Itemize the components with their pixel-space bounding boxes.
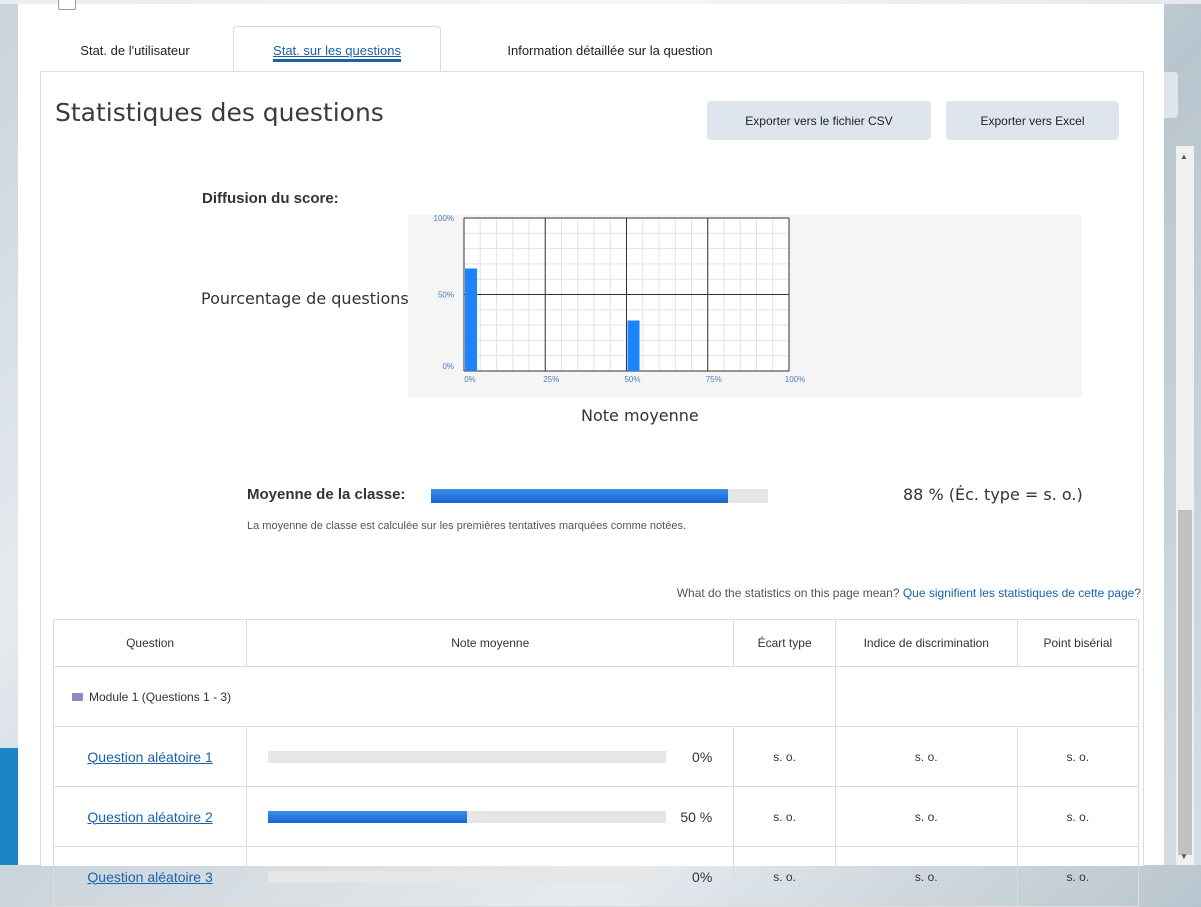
question-link[interactable]: Question aléatoire 3 — [87, 869, 212, 885]
folder-icon — [72, 693, 83, 702]
x-tick-label: 0% — [464, 375, 476, 384]
std-cell: s. o. — [733, 786, 836, 847]
statistics-dialog: Stat. de l'utilisateur Stat. sur les que… — [18, 0, 1164, 907]
question-cell: Question aléatoire 3 — [52, 846, 248, 907]
table-row: Question aléatoire 3 0% s. o. s. o. s. o… — [52, 846, 1140, 907]
question-link[interactable]: Question aléatoire 2 — [87, 809, 212, 825]
average-bar — [268, 750, 667, 763]
average-bar — [268, 870, 667, 883]
scroll-up-icon[interactable]: ▲ — [1180, 152, 1188, 161]
question-cell: Question aléatoire 2 — [52, 786, 248, 847]
tab-bar: Stat. de l'utilisateur Stat. sur les que… — [40, 26, 1140, 77]
class-average-label: Moyenne de la classe: — [247, 486, 406, 503]
chart-x-label: Note moyenne — [581, 406, 699, 425]
table-row: Question aléatoire 1 0% s. o. s. o. s. o… — [52, 726, 1140, 787]
module-row: Module 1 (Questions 1 - 3) — [53, 666, 1140, 727]
page-title: Statistiques des questions — [55, 98, 384, 127]
std-cell: s. o. — [733, 846, 836, 907]
average-cell: 0% — [246, 726, 735, 787]
tab-label: Stat. sur les questions — [273, 43, 401, 62]
module-empty-cell — [834, 666, 1140, 727]
average-bar-fill — [268, 810, 468, 823]
score-distribution-chart: 0% 25% 50% 75% 100% 0% 50% 100% — [434, 215, 806, 384]
background-strip — [0, 748, 18, 865]
scrollbar-thumb[interactable] — [1178, 510, 1192, 855]
scroll-down-icon[interactable]: ▼ — [1180, 852, 1188, 861]
class-average-bar — [431, 489, 768, 503]
discrimination-cell: s. o. — [834, 726, 1018, 787]
point-biserial-cell: s. o. — [1016, 786, 1140, 847]
tab-question-stats[interactable]: Stat. sur les questions — [233, 26, 441, 77]
export-csv-button[interactable]: Exporter vers le fichier CSV — [707, 101, 931, 140]
discrimination-cell: s. o. — [834, 786, 1018, 847]
help-link[interactable]: Que signifient les statistiques de cette… — [903, 586, 1141, 600]
average-bar — [268, 810, 667, 823]
tab-label: Information détaillée sur la question — [507, 42, 713, 58]
header-std[interactable]: Écart type — [733, 619, 836, 667]
stats-panel: Statistiques des questions Exporter vers… — [40, 71, 1144, 907]
average-pct: 0% — [692, 748, 713, 765]
class-average-note: La moyenne de classe est calculée sur le… — [247, 520, 686, 532]
export-excel-button[interactable]: Exporter vers Excel — [946, 101, 1119, 140]
help-question: What do the statistics on this page mean… — [676, 586, 900, 600]
average-cell: 0% — [246, 846, 735, 907]
discrimination-cell: s. o. — [834, 846, 1018, 907]
table-row: Question aléatoire 2 50 % s. o. s. o. s.… — [52, 786, 1140, 847]
class-average-value: 88 % (Éc. type = s. o.) — [903, 485, 1083, 504]
question-link[interactable]: Question aléatoire 1 — [87, 749, 212, 765]
x-tick-label: 100% — [785, 375, 805, 384]
table-header-row: Question Note moyenne Écart type Indice … — [52, 619, 1140, 667]
header-point-biserial[interactable]: Point bisérial — [1016, 619, 1140, 667]
question-stats-table: Question Note moyenne Écart type Indice … — [52, 619, 1140, 907]
y-tick-label: 50% — [438, 291, 454, 300]
std-cell: s. o. — [733, 726, 836, 787]
point-biserial-cell: s. o. — [1016, 726, 1140, 787]
header-discrimination[interactable]: Indice de discrimination — [834, 619, 1018, 667]
module-label: Module 1 (Questions 1 - 3) — [89, 689, 232, 704]
chart-bar — [627, 320, 640, 371]
class-average-bar-fill — [431, 489, 728, 503]
chart-bar — [465, 268, 477, 371]
checkbox[interactable] — [58, 0, 76, 10]
help-text: What do the statistics on this page mean… — [677, 586, 1141, 600]
average-pct: 50 % — [680, 808, 713, 825]
background-button — [1164, 72, 1178, 118]
score-distribution-label: Diffusion du score: — [202, 190, 339, 207]
chart-y-label: Pourcentage de questions — [201, 289, 409, 308]
x-tick-label: 50% — [624, 375, 640, 384]
point-biserial-cell: s. o. — [1016, 846, 1140, 907]
x-tick-label: 25% — [543, 375, 559, 384]
module-cell: Module 1 (Questions 1 - 3) — [53, 666, 836, 727]
tab-question-details[interactable]: Information détaillée sur la question — [460, 26, 760, 74]
average-cell: 50 % — [246, 786, 735, 847]
y-tick-label: 0% — [442, 362, 454, 371]
x-tick-label: 75% — [706, 375, 722, 384]
question-cell: Question aléatoire 1 — [52, 726, 248, 787]
header-average[interactable]: Note moyenne — [246, 619, 735, 667]
tab-user-stats[interactable]: Stat. de l'utilisateur — [60, 26, 210, 74]
y-tick-label: 100% — [434, 215, 454, 223]
average-pct: 0% — [692, 868, 713, 885]
tab-label: Stat. de l'utilisateur — [80, 42, 190, 58]
header-question[interactable]: Question — [52, 619, 248, 667]
